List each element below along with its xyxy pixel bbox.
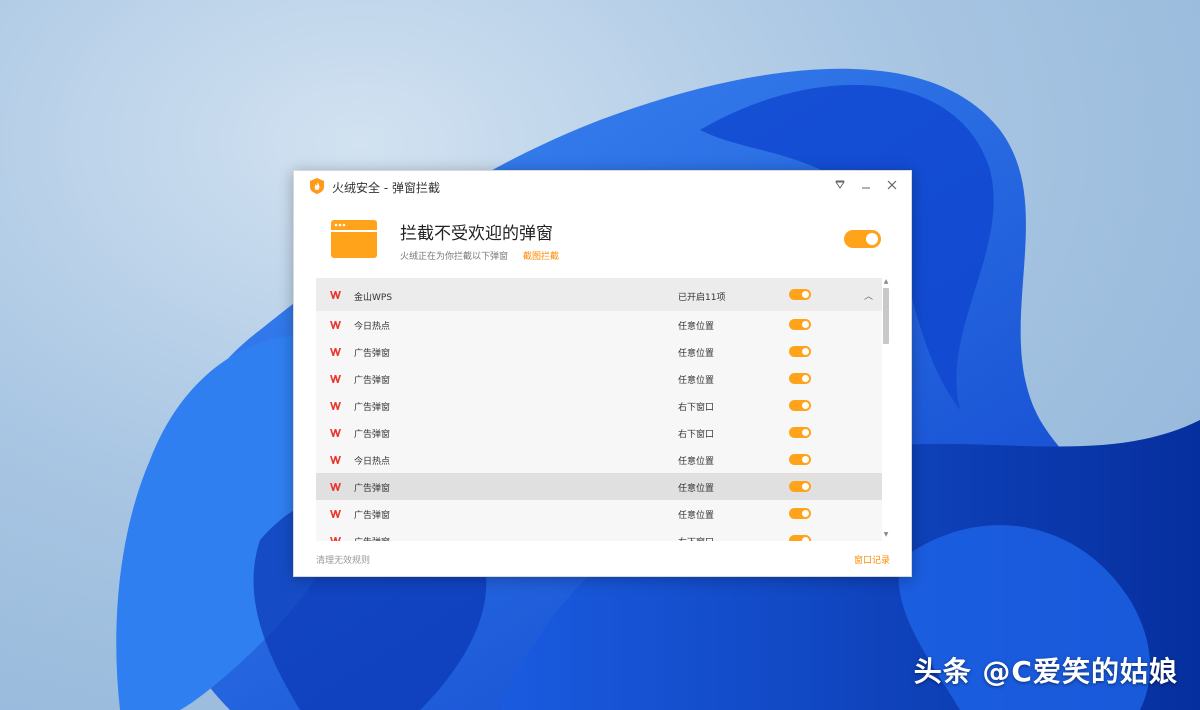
huorong-logo-icon bbox=[310, 178, 324, 194]
rule-row[interactable]: 广告弹窗 任意位置 bbox=[316, 338, 882, 365]
popup-window-icon bbox=[331, 220, 377, 258]
wps-icon bbox=[330, 510, 341, 518]
clean-invalid-rules-link[interactable]: 清理无效规则 bbox=[316, 553, 370, 566]
close-icon[interactable] bbox=[883, 177, 901, 195]
scroll-down-icon[interactable]: ▼ bbox=[882, 531, 890, 539]
wps-icon bbox=[330, 291, 341, 299]
rule-name: 广告弹窗 bbox=[354, 535, 390, 541]
minimize-icon[interactable] bbox=[857, 177, 875, 195]
rule-toggle[interactable] bbox=[789, 508, 811, 519]
wps-icon bbox=[330, 321, 341, 329]
rules-list: 金山WPS 已开启11项 ︿ 今日热点 任意位置 广告弹窗 任意位置 广告弹窗 任意位置广… bbox=[316, 278, 890, 541]
wps-icon bbox=[330, 483, 341, 491]
scroll-up-icon[interactable]: ▲ bbox=[882, 278, 890, 286]
rule-position: 任意位置 bbox=[678, 484, 715, 494]
rule-position: 右下窗口 bbox=[678, 535, 714, 541]
rule-row[interactable]: 今日热点 任意位置 bbox=[316, 446, 882, 473]
rule-row[interactable]: 广告弹窗 右下窗口 bbox=[316, 527, 882, 541]
scrollbar[interactable]: ▲ ▼ bbox=[882, 278, 890, 541]
rule-name: 广告弹窗 bbox=[354, 403, 391, 413]
rule-name: 广告弹窗 bbox=[354, 349, 391, 359]
page-subtitle: 火绒正在为你拦截以下弹窗 bbox=[400, 252, 509, 262]
rule-position: 右下窗口 bbox=[678, 430, 715, 440]
rule-position: 右下窗口 bbox=[678, 403, 715, 413]
page-headline: 拦截不受欢迎的弹窗 bbox=[400, 224, 553, 244]
rule-toggle[interactable] bbox=[789, 346, 811, 357]
rule-name: 广告弹窗 bbox=[354, 376, 391, 386]
rule-name: 今日热点 bbox=[354, 322, 391, 332]
popup-block-master-toggle[interactable] bbox=[844, 230, 881, 248]
group-name: 金山WPS bbox=[354, 293, 393, 303]
rule-row[interactable]: 广告弹窗 任意位置 bbox=[316, 500, 882, 527]
group-toggle[interactable] bbox=[789, 289, 811, 300]
rule-toggle[interactable] bbox=[789, 427, 811, 438]
group-status: 已开启11项 bbox=[678, 293, 726, 303]
rule-position: 任意位置 bbox=[678, 349, 715, 359]
chevron-up-icon[interactable]: ︿ bbox=[864, 289, 873, 302]
rule-position: 任意位置 bbox=[678, 322, 715, 332]
window-title: 火绒安全 - 弹窗拦截 bbox=[332, 181, 440, 195]
rule-name: 今日热点 bbox=[354, 457, 391, 467]
group-row-wps[interactable]: 金山WPS 已开启11项 ︿ bbox=[316, 278, 882, 311]
rule-name: 广告弹窗 bbox=[354, 430, 391, 440]
scroll-thumb[interactable] bbox=[883, 288, 889, 344]
wps-icon bbox=[330, 348, 341, 356]
wps-icon bbox=[330, 375, 341, 383]
rule-toggle[interactable] bbox=[789, 373, 811, 384]
rule-name: 广告弹窗 bbox=[354, 511, 391, 521]
rule-row[interactable]: 广告弹窗 任意位置 bbox=[316, 365, 882, 392]
wps-icon bbox=[330, 456, 341, 464]
wps-icon bbox=[330, 429, 341, 437]
rule-toggle[interactable] bbox=[789, 481, 811, 492]
popup-blocker-window: 火绒安全 - 弹窗拦截 拦截不受欢迎的弹窗 火绒正在为你拦截以下弹窗 截图拦截 … bbox=[293, 170, 912, 577]
rule-row[interactable]: 广告弹窗 右下窗口 bbox=[316, 419, 882, 446]
rule-toggle[interactable] bbox=[789, 400, 811, 411]
rule-position: 任意位置 bbox=[678, 376, 715, 386]
watermark: 头条 @C爱笑的姑娘 bbox=[913, 655, 1178, 688]
rule-row[interactable]: 广告弹窗 右下窗口 bbox=[316, 392, 882, 419]
wps-icon bbox=[330, 537, 341, 541]
rule-position: 任意位置 bbox=[678, 457, 715, 467]
titlebar: 火绒安全 - 弹窗拦截 bbox=[294, 171, 911, 201]
rule-row[interactable]: 广告弹窗 任意位置 bbox=[316, 473, 882, 500]
window-records-link[interactable]: 窗口记录 bbox=[854, 553, 890, 566]
rule-position: 任意位置 bbox=[678, 511, 715, 521]
rule-toggle[interactable] bbox=[789, 319, 811, 330]
wps-icon bbox=[330, 402, 341, 410]
skin-icon[interactable] bbox=[831, 177, 849, 195]
rule-row[interactable]: 今日热点 任意位置 bbox=[316, 311, 882, 338]
rule-toggle[interactable] bbox=[789, 454, 811, 465]
rule-name: 广告弹窗 bbox=[354, 484, 391, 494]
rule-toggle[interactable] bbox=[789, 535, 811, 541]
screenshot-block-link[interactable]: 截图拦截 bbox=[523, 249, 559, 262]
